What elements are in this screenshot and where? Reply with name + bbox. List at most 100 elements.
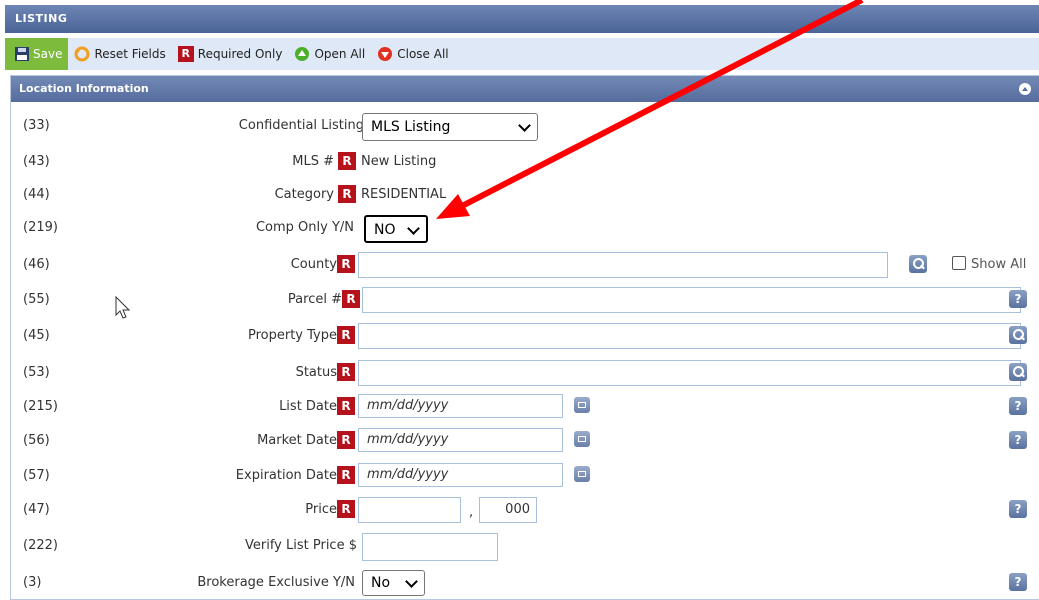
required-badge: R [342,290,360,308]
field-number: (222) [23,538,58,553]
show-all-checkbox[interactable] [952,256,966,270]
required-only-button[interactable]: R Required Only [177,46,283,62]
row-status: (53) Status R [11,356,1039,390]
select-value: MLS Listing [371,119,451,135]
chevron-down-icon [405,575,418,588]
price-thousands-input[interactable]: 000 [479,497,537,523]
select-value: No [371,575,391,591]
help-icon[interactable]: ? [1009,500,1027,518]
county-input[interactable] [358,252,888,278]
price-thousands-value: 000 [505,502,530,517]
reset-fields-button[interactable]: Reset Fields [74,46,166,62]
open-all-icon [295,47,310,61]
expiration-date-input[interactable]: mm/dd/yyyy [358,463,563,487]
field-label: Parcel # [287,292,342,307]
collapse-icon[interactable] [1019,83,1031,95]
required-badge: R [337,363,355,381]
field-label: List Date [279,399,337,414]
close-all-icon [378,47,393,61]
parcel-input[interactable] [362,287,1021,313]
date-placeholder: mm/dd/yyyy [367,398,449,413]
reset-icon [74,46,90,62]
field-label: Property Type [247,328,337,343]
mls-number-value: New Listing [361,154,437,169]
market-date-input[interactable]: mm/dd/yyyy [358,428,563,452]
verify-list-price-input[interactable] [362,533,498,561]
calendar-icon[interactable] [574,431,590,447]
calendar-icon[interactable] [574,397,590,413]
show-all-label: Show All [971,257,1027,272]
field-label: Expiration Date [235,468,337,483]
category-value: RESIDENTIAL [361,187,447,202]
field-label: County [290,257,337,272]
row-property-type: (45) Property Type R [11,319,1039,353]
field-label: Market Date [257,433,337,448]
required-badge: R [337,397,355,415]
date-placeholder: mm/dd/yyyy [367,432,449,447]
price-separator: , [469,505,474,520]
status-input[interactable] [358,360,1021,386]
row-verify-list-price: (222) Verify List Price $ [11,529,1039,563]
row-county: (46) County R Show All [11,248,1039,282]
date-placeholder: mm/dd/yyyy [367,467,449,482]
property-type-input[interactable] [358,323,1021,349]
window-title: LISTING [5,5,1039,33]
search-icon[interactable] [1009,326,1027,344]
required-badge: R [337,431,355,449]
save-label: Save [33,47,63,61]
brokerage-exclusive-select[interactable]: No [362,570,425,596]
reset-fields-label: Reset Fields [94,47,166,61]
open-all-button[interactable]: Open All [294,46,365,62]
row-market-date: (56) Market Date R mm/dd/yyyy ? [11,424,1039,458]
field-label: Status [295,365,337,380]
section-title: Location Information [19,82,149,95]
search-icon[interactable] [909,255,927,273]
row-category: (44) Category R RESIDENTIAL [11,178,1039,212]
section-header[interactable]: Location Information [11,76,1039,102]
required-badge: R [337,500,355,518]
required-badge: R [338,152,356,170]
save-button[interactable]: Save [5,38,69,70]
row-brokerage-exclusive: (3) Brokerage Exclusive Y/N No ? [11,566,1039,600]
row-list-date: (215) List Date R mm/dd/yyyy ? [11,390,1039,424]
mouse-cursor-icon [115,296,131,319]
toolbar: Save Reset Fields R Required Only Open A… [5,38,1039,70]
help-icon[interactable]: ? [1009,573,1027,591]
field-number: (219) [23,220,58,235]
field-number: (215) [23,399,58,414]
select-value: NO [374,222,396,238]
floppy-disk-icon [15,47,29,61]
help-icon[interactable]: ? [1009,431,1027,449]
required-badge: R [337,466,355,484]
required-badge: R [338,185,356,203]
row-parcel: (55) Parcel # R ? [11,283,1039,317]
field-number: (47) [23,502,50,517]
location-information-panel: Location Information (33) Confidential L… [10,75,1039,600]
calendar-icon[interactable] [574,466,590,482]
help-icon[interactable]: ? [1009,290,1027,308]
field-label: Comp Only Y/N [255,220,354,235]
open-all-label: Open All [314,47,366,61]
field-number: (57) [23,468,50,483]
row-confidential-listing: (33) Confidential Listing MLS Listing [11,109,1039,143]
field-label: Confidential Listing [238,118,364,133]
row-mls-number: (43) MLS # R New Listing [11,145,1039,179]
field-label: Category [274,187,334,202]
confidential-listing-select[interactable]: MLS Listing [362,113,538,141]
close-all-button[interactable]: Close All [377,46,449,62]
chevron-down-icon [407,222,420,235]
required-only-icon: R [177,46,194,62]
help-icon[interactable]: ? [1009,397,1027,415]
field-number: (33) [23,118,50,133]
price-input[interactable] [358,497,461,523]
row-price: (47) Price R , 000 ? [11,493,1039,527]
field-number: (3) [23,575,42,590]
search-icon[interactable] [1009,363,1027,381]
comp-only-select[interactable]: NO [364,215,428,243]
required-badge: R [337,326,355,344]
field-number: (45) [23,328,50,343]
list-date-input[interactable]: mm/dd/yyyy [358,394,563,418]
required-only-label: Required Only [197,47,283,61]
row-expiration-date: (57) Expiration Date R mm/dd/yyyy [11,459,1039,493]
field-label: Brokerage Exclusive Y/N [197,575,355,590]
